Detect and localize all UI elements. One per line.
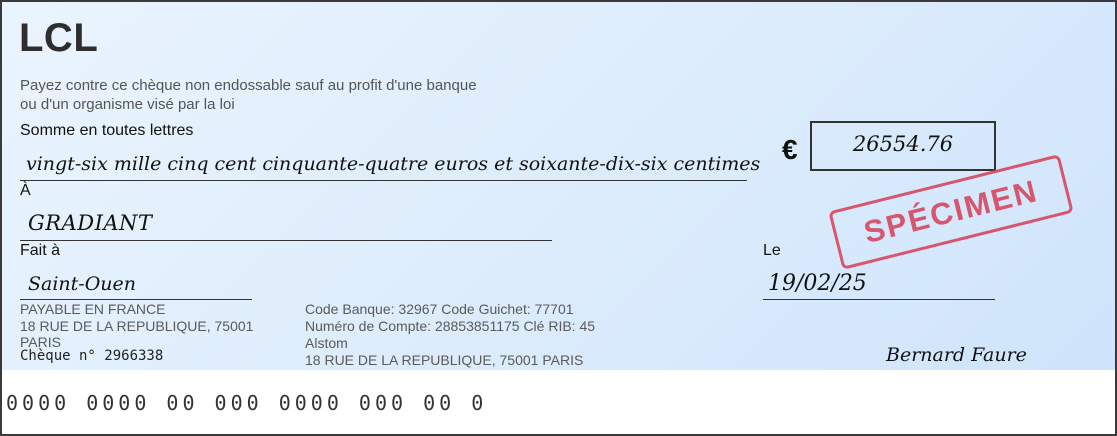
bank-codes: Code Banque: 32967 Code Guichet: 77701 (305, 301, 574, 317)
signature: Bernard Faure (886, 344, 1027, 366)
cheque: LCL Payez contre ce chèque non endossabl… (0, 0, 1117, 436)
euro-icon: € (782, 134, 798, 165)
endorsement-notice: Payez contre ce chèque non endossable sa… (20, 77, 477, 113)
account-address: 18 RUE DE LA REPUBLIQUE, 75001 PARIS (305, 352, 584, 368)
payee-name: GRADIANT (28, 211, 153, 235)
place-value: Saint-Ouen (28, 273, 137, 295)
specimen-stamp: SPÉCIMEN (828, 154, 1074, 270)
date-line (763, 299, 995, 300)
amount-in-words: vingt-six mille cinq cent cinquante-quat… (26, 153, 761, 175)
amount-words-line (20, 180, 747, 181)
payee-line (20, 240, 552, 241)
place-line (20, 299, 252, 300)
amount-words-label: Somme en toutes lettres (20, 122, 194, 139)
payable-line-2: 18 RUE DE LA REPUBLIQUE, 75001 (20, 318, 254, 334)
cheque-body: LCL Payez contre ce chèque non endossabl… (2, 2, 1115, 370)
account-holder: Alstom (305, 335, 348, 351)
payable-line-1: PAYABLE EN FRANCE (20, 301, 166, 317)
payee-label: À (20, 182, 31, 199)
bank-name: LCL (19, 16, 99, 60)
place-label: Fait à (20, 242, 61, 259)
amount-value: 26554.76 (852, 132, 954, 156)
date-value: 19/02/25 (768, 271, 867, 296)
cheque-number: Chèque n° 2966338 (20, 348, 164, 364)
account-number: Numéro de Compte: 28853851175 Clé RIB: 4… (305, 318, 596, 334)
date-label: Le (763, 242, 781, 259)
micr-line: 0000 0000 00 000 0000 000 00 0 (6, 391, 488, 415)
